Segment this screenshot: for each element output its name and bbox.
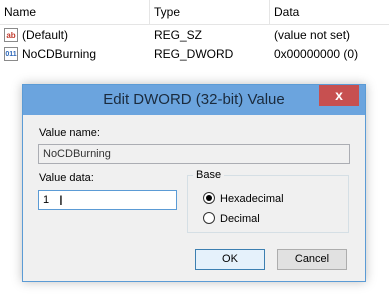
column-header-type[interactable]: Type — [150, 0, 270, 24]
edit-dword-dialog: Edit DWORD (32-bit) Value x Value name: … — [22, 84, 366, 282]
value-data-input[interactable]: 1 I — [38, 190, 177, 210]
value-data-label: Value data: — [39, 172, 94, 184]
string-value-icon: ab — [4, 28, 18, 42]
radio-selected-icon — [203, 192, 215, 204]
value-data: (value not set) — [274, 28, 351, 42]
column-header-name[interactable]: Name — [0, 0, 150, 24]
radio-label: Hexadecimal — [220, 193, 284, 205]
ok-button[interactable]: OK — [195, 249, 265, 270]
registry-row[interactable]: 011 NoCDBurning REG_DWORD 0x00000000 (0) — [0, 44, 389, 64]
radio-label: Decimal — [220, 213, 260, 225]
value-data-text: 1 — [43, 194, 50, 206]
dialog-title: Edit DWORD (32-bit) Value — [103, 91, 285, 108]
dialog-titlebar[interactable]: Edit DWORD (32-bit) Value x — [23, 85, 365, 115]
value-type: REG_SZ — [154, 28, 203, 42]
cancel-button[interactable]: Cancel — [277, 249, 347, 270]
radio-unselected-icon — [203, 212, 215, 224]
base-group-title: Base — [193, 169, 225, 181]
value-name: NoCDBurning — [22, 47, 97, 61]
value-name-label: Value name: — [39, 127, 100, 139]
value-type: REG_DWORD — [154, 47, 234, 61]
value-data: 0x00000000 (0) — [274, 47, 359, 61]
value-name-field: NoCDBurning — [38, 144, 350, 164]
column-header-data[interactable]: Data — [270, 0, 389, 24]
close-button[interactable]: x — [319, 85, 359, 106]
text-cursor-icon: I — [59, 192, 63, 208]
list-header: Name Type Data — [0, 0, 389, 25]
value-name: (Default) — [22, 28, 69, 42]
registry-row[interactable]: ab (Default) REG_SZ (value not set) — [0, 25, 389, 45]
close-icon: x — [335, 87, 343, 103]
binary-value-icon: 011 — [4, 47, 18, 61]
